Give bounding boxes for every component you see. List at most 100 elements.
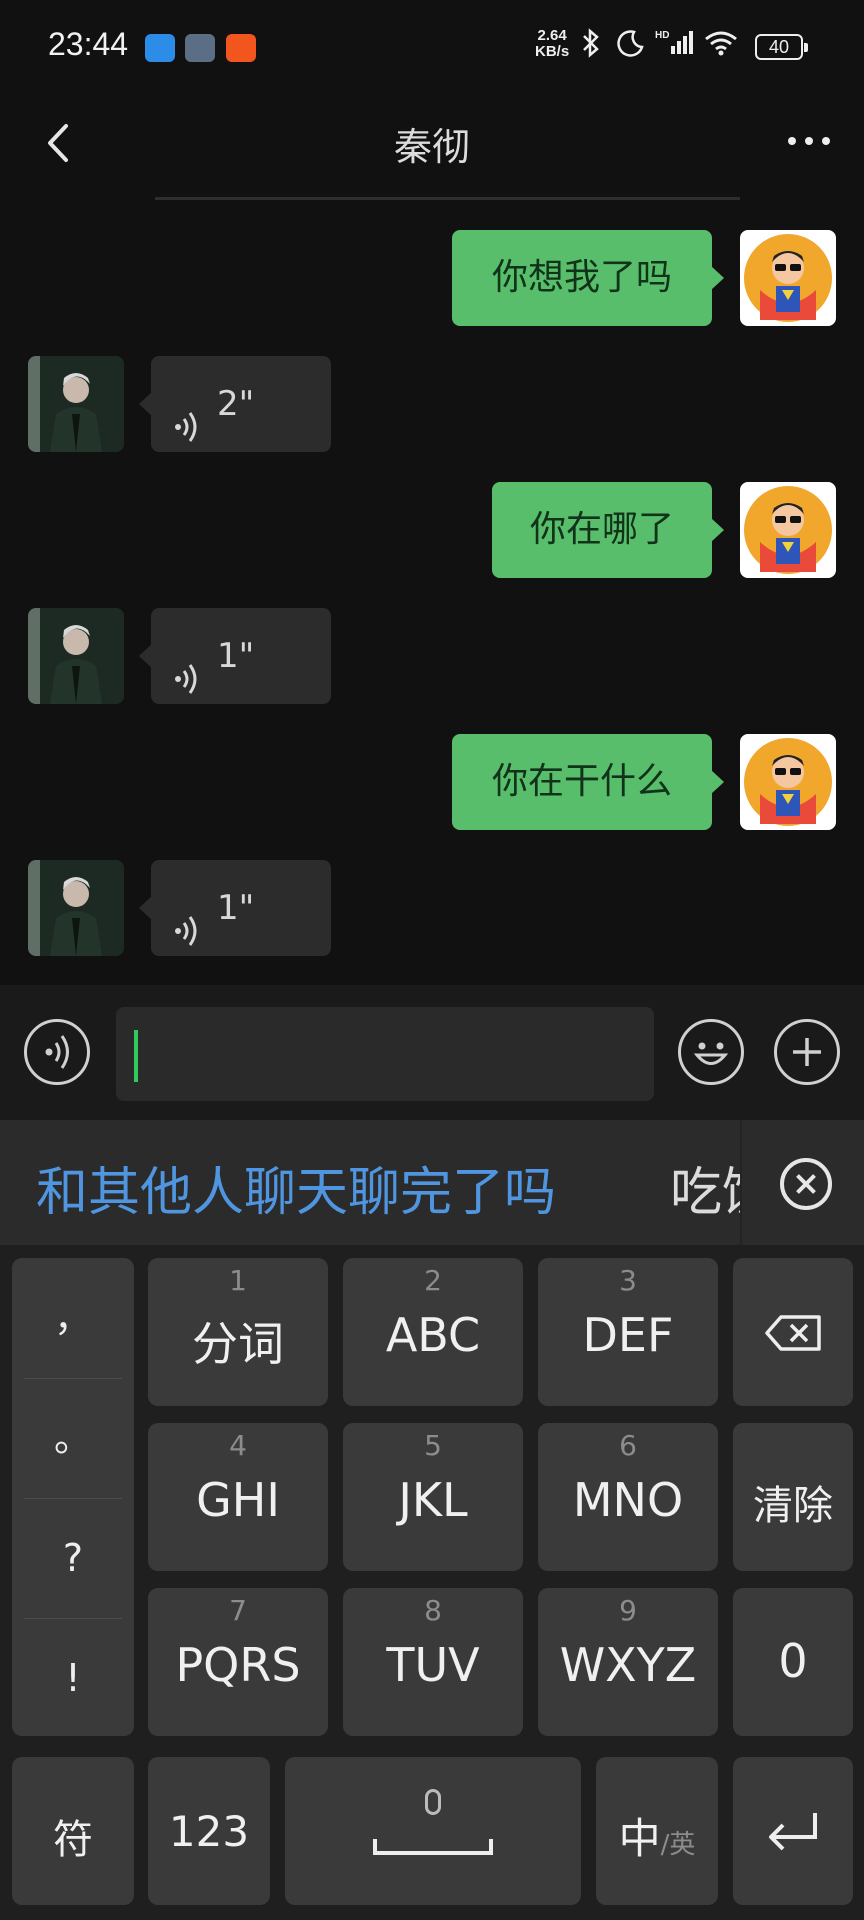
punct-key[interactable]: ! bbox=[12, 1618, 134, 1738]
key-8[interactable]: 8 TUV bbox=[343, 1588, 523, 1736]
key-label: ABC bbox=[385, 1308, 481, 1362]
message-bubble-sent[interactable]: 你在干什么 bbox=[452, 734, 724, 830]
key-0[interactable]: 0 bbox=[733, 1588, 853, 1736]
suggestion-item[interactable]: 和其他人聊天聊完了吗 bbox=[36, 1150, 556, 1225]
key-3[interactable]: 3 DEF bbox=[538, 1258, 718, 1406]
key-number: 7 bbox=[229, 1594, 247, 1627]
key-number: 4 bbox=[229, 1429, 247, 1462]
punct-key[interactable]: ， bbox=[12, 1258, 134, 1378]
zero-label: 0 bbox=[778, 1634, 808, 1688]
message-sent: 你在哪了 bbox=[0, 482, 864, 578]
voice-message-bubble[interactable]: 1" bbox=[139, 608, 331, 704]
key-2[interactable]: 2 ABC bbox=[343, 1258, 523, 1406]
symbol-label: 符 bbox=[53, 1817, 93, 1863]
network-speed-unit: KB/s bbox=[535, 43, 570, 60]
avatar-me[interactable] bbox=[740, 734, 836, 830]
avatar-contact[interactable] bbox=[28, 356, 124, 452]
voice-wave-icon bbox=[171, 386, 207, 442]
mic-icon bbox=[425, 1789, 441, 1815]
key-number: 5 bbox=[424, 1429, 442, 1462]
backspace-key[interactable] bbox=[733, 1258, 853, 1406]
wifi-icon bbox=[703, 28, 743, 65]
backspace-icon bbox=[763, 1313, 823, 1357]
text-caret bbox=[134, 1030, 138, 1082]
voice-wave-icon bbox=[171, 890, 207, 946]
key-label: 分词 bbox=[192, 1317, 284, 1371]
hd-signal-icon: HD bbox=[655, 28, 695, 65]
voice-wave-icon bbox=[171, 638, 207, 694]
language-label: 中/英 bbox=[596, 1805, 718, 1866]
message-received: 1" bbox=[0, 608, 864, 704]
punct-key[interactable]: ? bbox=[12, 1498, 134, 1618]
key-number: 3 bbox=[619, 1264, 637, 1297]
voice-message-bubble[interactable]: 2" bbox=[139, 356, 331, 452]
key-number: 9 bbox=[619, 1594, 637, 1627]
symbol-key[interactable]: 符 bbox=[12, 1757, 134, 1905]
avatar-me[interactable] bbox=[740, 482, 836, 578]
status-time: 23:44 bbox=[48, 26, 129, 62]
key-4[interactable]: 4 GHI bbox=[148, 1423, 328, 1571]
network-speed: 2.64 KB/s bbox=[535, 28, 569, 60]
plus-icon[interactable] bbox=[774, 1019, 840, 1085]
key-label: DEF bbox=[582, 1308, 674, 1362]
key-label: PQRS bbox=[175, 1638, 301, 1692]
status-bar: 23:44 2.64 KB/s HD 40 bbox=[0, 0, 864, 96]
key-1[interactable]: 1 分词 bbox=[148, 1258, 328, 1406]
avatar-contact[interactable] bbox=[28, 608, 124, 704]
keyboard: ， 。 ? ! 1 分词 2 ABC 3 DEF 4 GHI 5 JKL 6 M… bbox=[0, 1245, 864, 1920]
input-suggestion-bar: 和其他人聊天聊完了吗 吃饭 bbox=[0, 1120, 864, 1245]
message-input[interactable] bbox=[116, 1007, 654, 1101]
cloud-app-icon bbox=[145, 34, 175, 62]
key-number: 2 bbox=[424, 1264, 442, 1297]
key-5[interactable]: 5 JKL bbox=[343, 1423, 523, 1571]
bluetooth-icon bbox=[580, 28, 602, 65]
emoji-icon[interactable] bbox=[678, 1019, 744, 1085]
enter-key[interactable] bbox=[733, 1757, 853, 1905]
message-received: 2" bbox=[0, 356, 864, 452]
message-bubble-sent[interactable]: 你在哪了 bbox=[492, 482, 724, 578]
tools-app-icon bbox=[185, 34, 215, 62]
message-sent: 你想我了吗 bbox=[0, 230, 864, 326]
punctuation-column[interactable]: ， 。 ? ! bbox=[12, 1258, 134, 1736]
key-number: 6 bbox=[619, 1429, 637, 1462]
key-9[interactable]: 9 WXYZ bbox=[538, 1588, 718, 1736]
voice-message-bubble[interactable]: 1" bbox=[139, 860, 331, 956]
message-bubble-sent[interactable]: 你想我了吗 bbox=[452, 230, 724, 326]
voice-duration: 1" bbox=[217, 636, 255, 676]
language-toggle-key[interactable]: 中/英 bbox=[596, 1757, 718, 1905]
space-icon bbox=[373, 1839, 493, 1855]
key-label: WXYZ bbox=[559, 1638, 697, 1692]
key-7[interactable]: 7 PQRS bbox=[148, 1588, 328, 1736]
numbers-label: 123 bbox=[168, 1807, 250, 1856]
space-key[interactable] bbox=[285, 1757, 581, 1905]
clear-key[interactable]: 清除 bbox=[733, 1423, 853, 1571]
message-received: 1" bbox=[0, 860, 864, 956]
close-circle-icon[interactable] bbox=[780, 1158, 832, 1210]
key-label: GHI bbox=[196, 1473, 280, 1527]
video-app-icon bbox=[226, 34, 256, 62]
clear-label: 清除 bbox=[753, 1483, 833, 1529]
key-number: 1 bbox=[229, 1264, 247, 1297]
language-alt: /英 bbox=[660, 1830, 696, 1860]
avatar-me[interactable] bbox=[740, 230, 836, 326]
voice-input-icon[interactable] bbox=[24, 1019, 90, 1085]
key-6[interactable]: 6 MNO bbox=[538, 1423, 718, 1571]
voice-duration: 2" bbox=[217, 384, 255, 424]
enter-icon bbox=[765, 1809, 821, 1857]
key-label: TUV bbox=[386, 1638, 480, 1692]
punct-key[interactable]: 。 bbox=[12, 1378, 134, 1498]
chat-title: 秦彻 bbox=[393, 125, 470, 169]
key-label: MNO bbox=[572, 1473, 684, 1527]
network-speed-value: 2.64 bbox=[537, 27, 567, 44]
svg-text:HD: HD bbox=[655, 30, 669, 41]
message-list[interactable]: 你想我了吗 2" 你在哪了 1" 你在干什么 1" bbox=[0, 200, 864, 985]
numbers-key[interactable]: 123 bbox=[148, 1757, 270, 1905]
chat-input-bar bbox=[0, 985, 864, 1120]
key-label: JKL bbox=[398, 1473, 468, 1527]
key-number: 8 bbox=[424, 1594, 442, 1627]
avatar-contact[interactable] bbox=[28, 860, 124, 956]
do-not-disturb-icon bbox=[615, 28, 645, 65]
more-dots-icon[interactable] bbox=[784, 126, 834, 156]
chat-header: 秦彻 bbox=[0, 96, 864, 196]
voice-duration: 1" bbox=[217, 888, 255, 928]
